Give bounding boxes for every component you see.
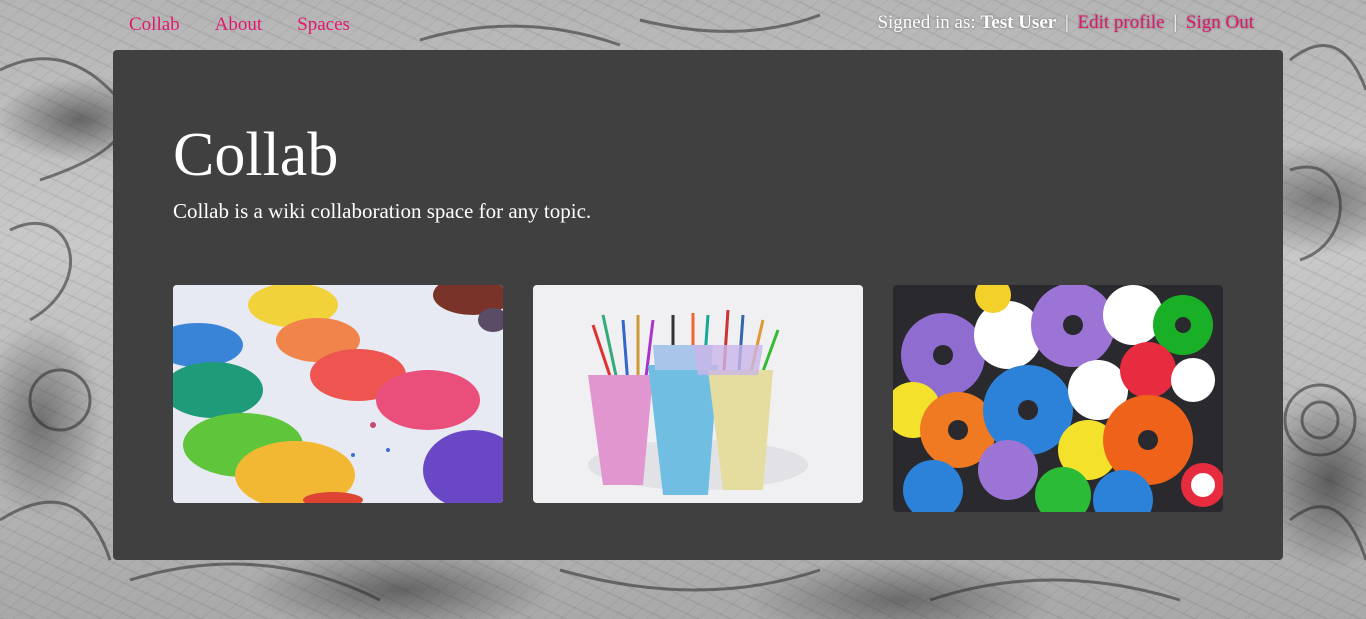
watercolor-palette-image xyxy=(173,285,503,503)
edit-profile-link[interactable]: Edit profile xyxy=(1078,12,1165,33)
card-watercolor[interactable] xyxy=(173,285,503,503)
separator: | xyxy=(1173,12,1178,33)
nav-link-collab[interactable]: Collab xyxy=(129,14,180,36)
page-title: Collab xyxy=(173,121,339,189)
user-name: Test User xyxy=(980,12,1057,33)
hero-panel: Collab Collab is a wiki collaboration sp… xyxy=(113,50,1283,560)
nav-links: Collab About Spaces xyxy=(129,14,350,36)
separator: | xyxy=(1064,12,1069,33)
nav-link-spaces[interactable]: Spaces xyxy=(297,14,350,36)
user-area: Signed in as: Test User | Edit profile |… xyxy=(877,12,1254,34)
top-navigation: Collab About Spaces Signed in as: Test U… xyxy=(0,0,1366,50)
colored-pencils-image xyxy=(533,285,863,503)
sign-out-link[interactable]: Sign Out xyxy=(1186,12,1254,33)
card-gears[interactable] xyxy=(893,285,1223,512)
signed-in-label: Signed in as: xyxy=(877,12,976,33)
nav-link-about[interactable]: About xyxy=(215,14,263,36)
card-pencils[interactable] xyxy=(533,285,863,503)
colorful-gears-image xyxy=(893,285,1223,512)
page-subtitle: Collab is a wiki collaboration space for… xyxy=(173,199,592,223)
